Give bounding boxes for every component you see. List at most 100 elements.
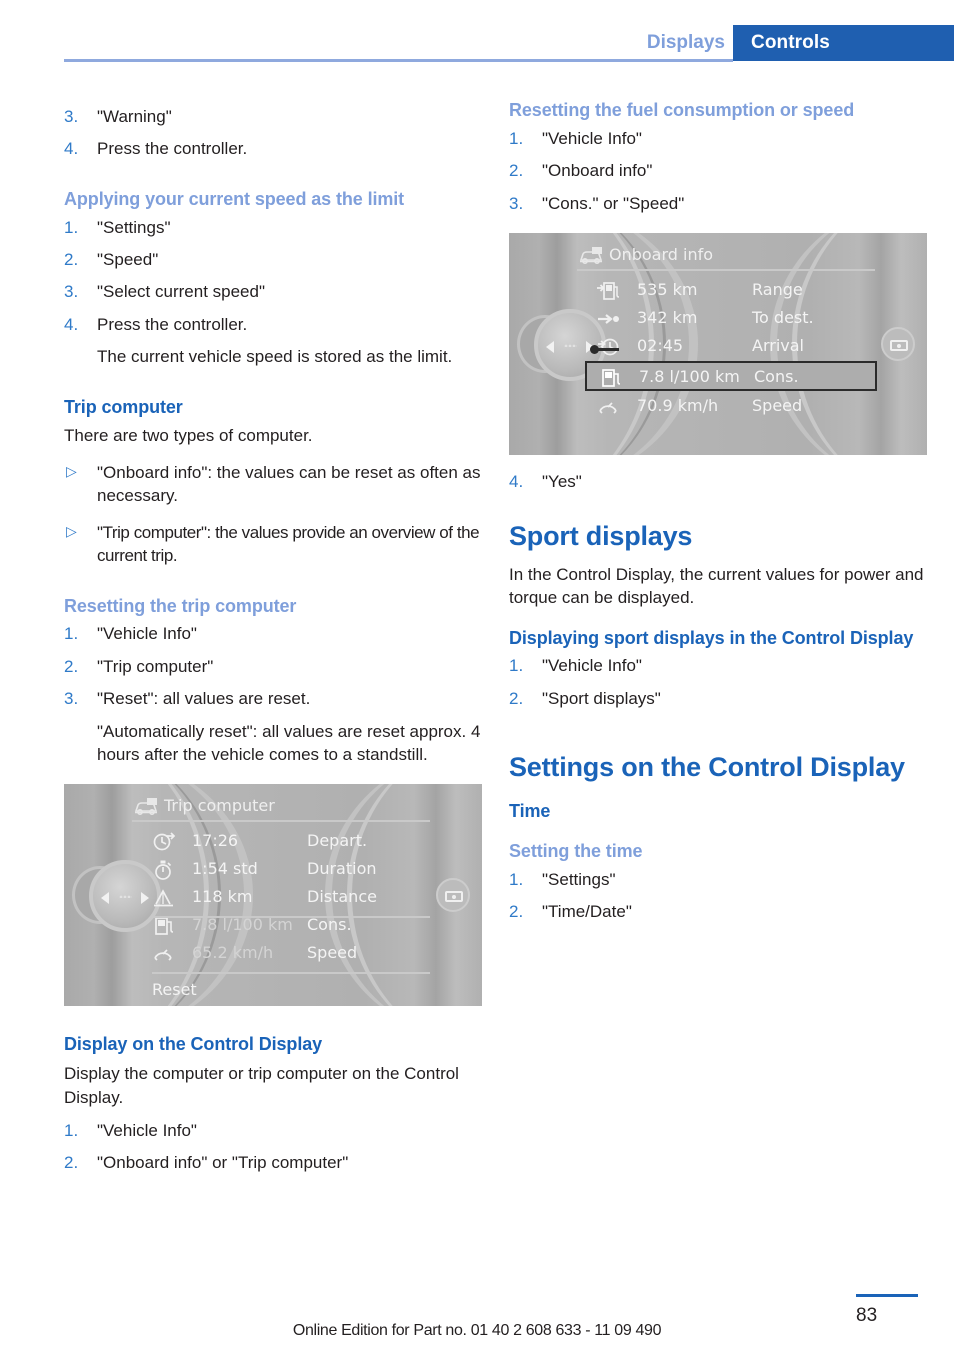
bullet-text: "Onboard info": the values can be reset … (97, 462, 481, 506)
destination-arrow-icon (597, 308, 621, 330)
display-row-value: 535 km (637, 279, 698, 299)
step-number: 1. (509, 869, 524, 889)
footer-divider (856, 1294, 918, 1297)
step-number: 4. (64, 139, 79, 159)
display-divider (577, 268, 875, 271)
tab-displays[interactable]: Displays (600, 32, 725, 54)
fuel-pump-icon (152, 915, 176, 937)
step-text: "Yes" (542, 471, 582, 491)
heading-sport-displays: Sport displays (509, 521, 693, 552)
tab-controls[interactable]: Controls (733, 25, 954, 61)
display-row-value: 7.8 l/100 km (639, 366, 740, 386)
list-item: 1. "Settings" (509, 868, 930, 891)
selection-pointer (590, 344, 619, 354)
display-row-label: Range (752, 279, 803, 299)
step-number: 2. (64, 249, 79, 269)
steps-top: 3. "Warning" 4. Press the controller. (64, 105, 485, 161)
display-title: Trip computer (164, 796, 275, 816)
display-control-intro: Display the computer or trip computer on… (64, 1064, 459, 1107)
range-fuel-icon (597, 280, 621, 302)
list-item: 4. Press the controller. (64, 313, 485, 336)
vehicle-info-icon (578, 246, 603, 264)
step-text: "Cons." or "Speed" (542, 193, 685, 213)
step-number: 1. (64, 1120, 79, 1140)
triangle-bullet-icon: ▷ (66, 522, 77, 539)
departure-clock-icon (152, 831, 176, 853)
trip-computer-display-image: Trip computer 17:26 Depart. 1:54 std Dur… (64, 784, 482, 1007)
list-item: 1. "Vehicle Info" (509, 127, 930, 150)
step-number: 1. (509, 656, 524, 676)
step-text: "Sport displays" (542, 688, 661, 708)
display-row-label: Depart. (307, 831, 368, 851)
menu-button-icon (881, 326, 915, 361)
arrow-left-icon (546, 340, 554, 353)
steps-apply-speed: 1. "Settings" 2. "Speed" 3. "Select curr… (64, 216, 485, 369)
step-number: 4. (509, 471, 524, 491)
header-divider (64, 59, 733, 62)
steps-displaying-sport: 1. "Vehicle Info" 2. "Sport displays" (509, 654, 930, 710)
display-row: 535 km Range (577, 277, 879, 305)
fuel-pump-icon (599, 367, 623, 389)
steps-resetting-trip: 1. "Vehicle Info" 2. "Trip computer" 3. … (64, 622, 485, 766)
step-note: "Automatically reset": all values are re… (97, 721, 481, 765)
list-item: 2. "Sport displays" (509, 687, 930, 710)
page-header: Displays Controls (0, 0, 954, 62)
list-item: 4. "Yes" (509, 470, 930, 493)
reset-menu-item[interactable]: Reset (152, 980, 197, 999)
display-row: 342 km To dest. (577, 305, 879, 333)
list-item: ▷ "Trip computer": the values provide an… (64, 521, 485, 568)
step-text: "Onboard info" or "Trip computer" (97, 1153, 349, 1173)
display-row-label: Speed (307, 943, 358, 963)
display-row-label: Duration (307, 859, 377, 879)
speedometer-icon (597, 396, 621, 418)
step-text: "Select current speed" (97, 282, 265, 302)
step-number: 2. (509, 902, 524, 922)
display-row-selected[interactable]: 7.8 l/100 km Cons. (585, 360, 877, 391)
display-row-value: 118 km (192, 887, 253, 907)
display-row: 17:26 Depart. (132, 828, 434, 856)
steps-setting-time: 1. "Settings" 2. "Time/Date" (509, 868, 930, 924)
display-row-value: 65.2 km/h (192, 943, 274, 963)
display-row-value: 70.9 km/h (637, 395, 719, 415)
list-item: ▷ "Onboard info": the values can be rese… (64, 461, 485, 508)
list-item: 2. "Onboard info" or "Trip computer" (64, 1151, 485, 1174)
display-rows: 535 km Range 342 km To dest. 02:45 Arriv… (577, 277, 879, 421)
step-number: 3. (64, 689, 79, 709)
footer-edition-text: Online Edition for Part no. 01 40 2 608 … (292, 1322, 662, 1339)
heading-time: Time (509, 801, 551, 822)
bullet-text: "Trip computer": the values provide an o… (97, 522, 480, 566)
step-number: 2. (509, 688, 524, 708)
heading-setting-the-time: Setting the time (509, 841, 643, 862)
step-number: 3. (64, 107, 79, 126)
distance-icon (152, 887, 176, 909)
step-number: 3. (509, 193, 524, 213)
arrow-left-icon (101, 892, 109, 905)
arrival-clock-icon (597, 336, 621, 358)
heading-settings-control-display: Settings on the Control Display (509, 752, 905, 783)
list-item: 3. "Reset": all values are reset. (64, 687, 485, 710)
display-row: 65.2 km/h Speed (132, 940, 434, 968)
step-number: 2. (64, 1153, 79, 1173)
heading-applying-current-speed: Applying your current speed as the limit (64, 188, 405, 209)
knob-dots (119, 895, 132, 899)
list-item: 1. "Settings" (64, 216, 485, 239)
left-column: 3. "Warning" 4. Press the controller. Ap… (64, 100, 485, 1175)
display-row: 02:45 Arrival (577, 333, 879, 361)
list-item: 2. "Speed" (64, 248, 485, 271)
step-number: 4. (64, 314, 79, 334)
step-number: 2. (509, 161, 524, 181)
step-text: "Warning" (97, 107, 172, 126)
list-item: 2. "Onboard info" (509, 159, 930, 182)
display-divider (132, 820, 430, 823)
trip-computer-intro: There are two types of computer. (64, 426, 313, 446)
speedometer-icon (152, 943, 176, 965)
display-rows: 17:26 Depart. 1:54 std Duration 118 km D… (132, 828, 434, 968)
step-text: "Settings" (542, 869, 616, 889)
display-row: 1:54 std Duration (132, 856, 434, 884)
step-text: Press the controller. (97, 139, 248, 159)
display-row-label: Speed (752, 395, 803, 415)
display-row-label: To dest. (752, 307, 814, 327)
list-item: 2. "Trip computer" (64, 655, 485, 678)
display-divider (152, 972, 430, 975)
step-text: "Vehicle Info" (97, 624, 197, 644)
